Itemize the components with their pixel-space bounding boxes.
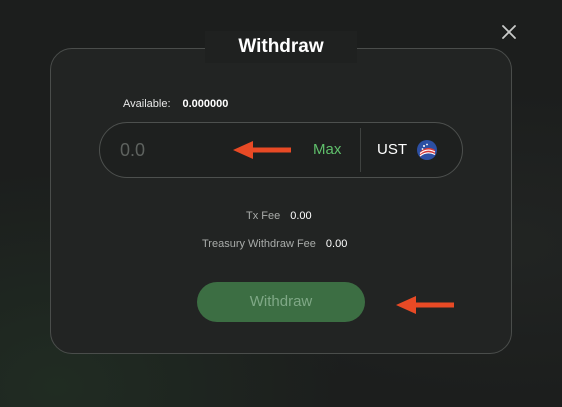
- max-button[interactable]: Max: [313, 140, 341, 160]
- tx-fee-row: Tx Fee 0.00: [246, 209, 312, 223]
- tx-fee-value: 0.00: [290, 210, 312, 222]
- withdraw-button[interactable]: Withdraw: [197, 282, 365, 322]
- treasury-fee-value: 0.00: [325, 238, 348, 250]
- tx-fee-label: Tx Fee: [246, 210, 281, 222]
- available-value: 0.000000: [182, 98, 229, 110]
- field-divider: [360, 128, 361, 172]
- dialog-title: Withdraw: [205, 31, 357, 63]
- close-icon[interactable]: [498, 21, 520, 43]
- amount-input[interactable]: [120, 137, 220, 163]
- ust-token-icon: [417, 140, 437, 160]
- red-arrow-left-icon: [233, 141, 291, 159]
- available-balance: Available: 0.000000: [123, 97, 228, 111]
- available-label: Available:: [123, 98, 171, 110]
- red-arrow-left-icon: [396, 296, 454, 314]
- token-selector[interactable]: UST: [377, 140, 407, 160]
- treasury-fee-row: Treasury Withdraw Fee 0.00: [202, 237, 347, 251]
- treasury-fee-label: Treasury Withdraw Fee: [202, 238, 316, 250]
